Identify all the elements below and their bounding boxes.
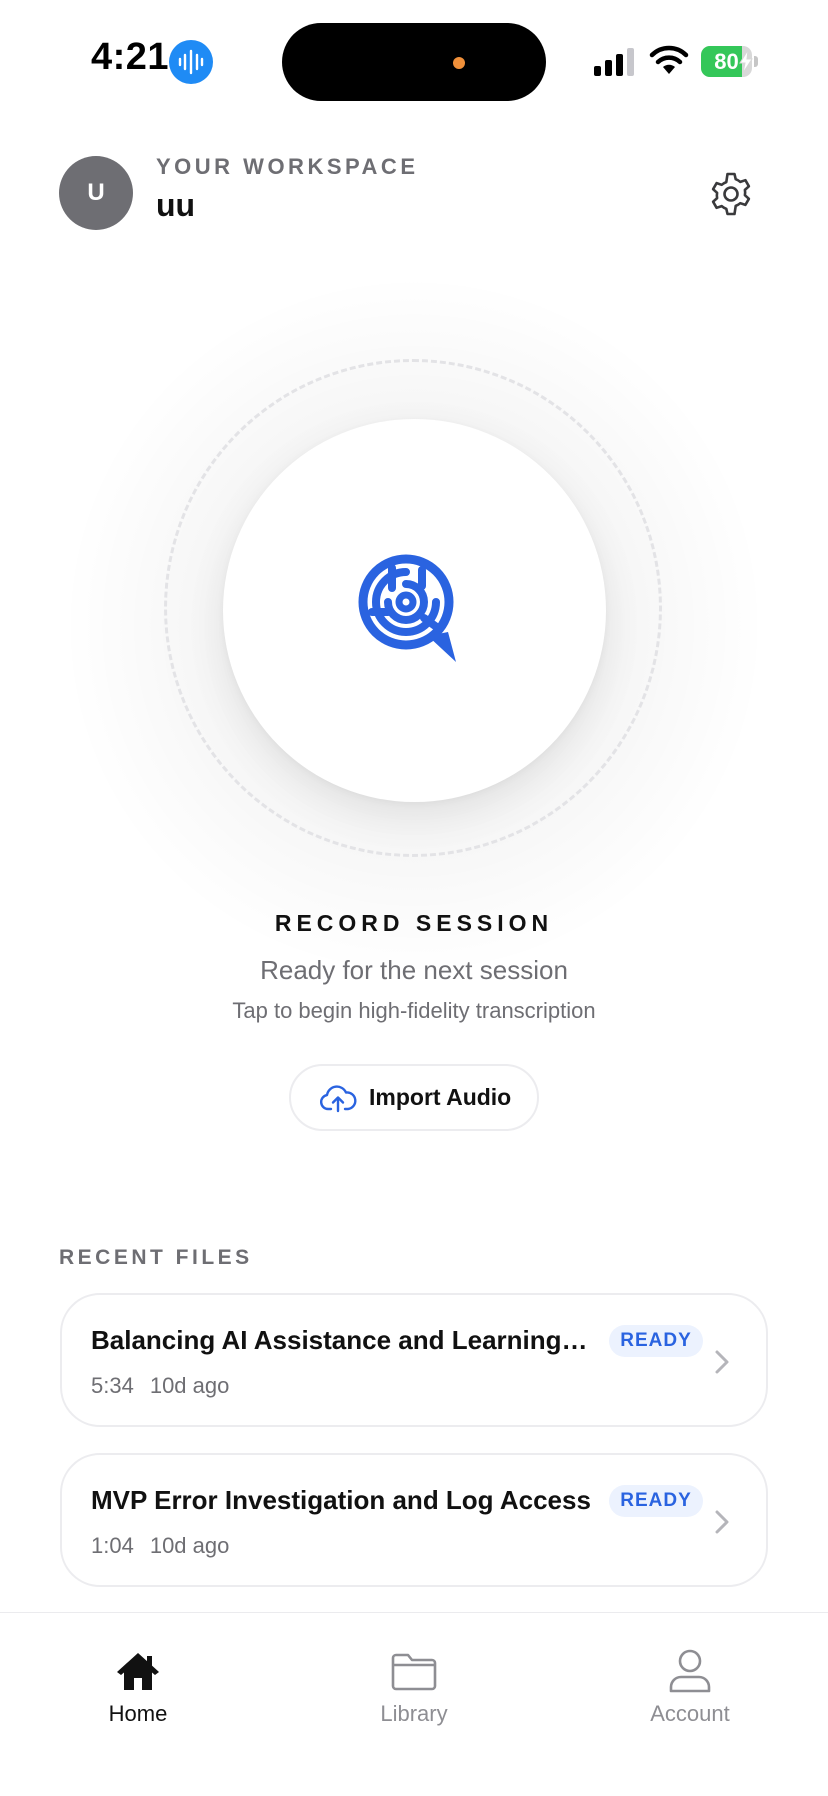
import-audio-button[interactable]: Import Audio	[289, 1064, 539, 1131]
record-subtitle: Ready for the next session	[260, 955, 568, 985]
settings-button[interactable]	[705, 168, 757, 220]
file-title: MVP Error Investigation and Log Access	[91, 1485, 591, 1515]
tab-account-label: Account	[650, 1701, 730, 1726]
status-badge: READY	[609, 1485, 703, 1517]
file-age: 10d ago	[149, 1533, 230, 1558]
wifi-icon	[649, 44, 689, 76]
status-bar: 4:21 80	[0, 0, 828, 120]
tab-library-label: Library	[380, 1701, 448, 1726]
tab-library[interactable]: Library	[314, 1613, 514, 1733]
folder-icon	[391, 1653, 437, 1691]
gear-icon	[711, 172, 751, 216]
chevron-right-icon	[715, 1510, 729, 1534]
record-session-title: RECORD SESSION	[274, 910, 554, 936]
cloud-upload-icon	[319, 1085, 357, 1113]
file-meta: 5:34 10d ago	[91, 1373, 229, 1399]
chevron-right-icon	[715, 1350, 729, 1374]
charging-bolt-icon	[739, 50, 753, 73]
tab-home-label: Home	[108, 1701, 168, 1726]
import-audio-label: Import Audio	[369, 1084, 512, 1110]
person-icon	[669, 1649, 711, 1693]
status-time: 4:21	[91, 36, 170, 78]
privacy-indicator-dot	[453, 57, 465, 69]
file-duration: 5:34	[91, 1373, 134, 1398]
record-hint: Tap to begin high-fidelity transcription	[232, 998, 596, 1023]
tab-bar: Home Library Account	[0, 1612, 828, 1796]
workspace-label: YOUR WORKSPACE	[156, 154, 419, 179]
brain-chat-logo-icon	[358, 554, 456, 662]
avatar[interactable]: U	[59, 156, 133, 230]
audio-waveform-icon	[169, 40, 213, 84]
cellular-signal-icon	[594, 48, 638, 76]
recent-files-label: RECENT FILES	[59, 1246, 253, 1269]
recent-file-item[interactable]: Balancing AI Assistance and Learning i..…	[60, 1293, 768, 1427]
status-badge: READY	[609, 1325, 703, 1357]
battery-icon: 80	[701, 46, 761, 77]
tab-account[interactable]: Account	[590, 1613, 790, 1733]
file-title: Balancing AI Assistance and Learning i..…	[91, 1325, 591, 1355]
workspace-name: uu	[156, 187, 196, 223]
file-meta: 1:04 10d ago	[91, 1533, 229, 1559]
file-duration: 1:04	[91, 1533, 134, 1558]
record-button[interactable]	[223, 419, 606, 802]
dynamic-island	[282, 23, 546, 101]
recent-file-item[interactable]: MVP Error Investigation and Log Access 1…	[60, 1453, 768, 1587]
file-age: 10d ago	[149, 1373, 230, 1398]
home-icon	[117, 1653, 159, 1690]
tab-home[interactable]: Home	[38, 1613, 238, 1733]
